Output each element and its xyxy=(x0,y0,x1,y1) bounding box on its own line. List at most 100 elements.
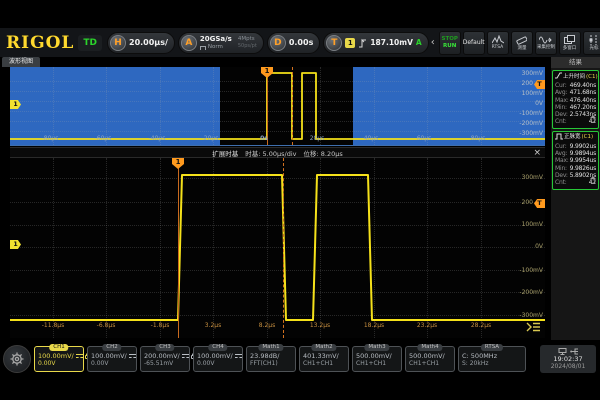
trigger-source-badge: 1 xyxy=(345,38,355,48)
square-wave-icon xyxy=(200,46,206,50)
delay-value: 0.00s xyxy=(289,38,314,47)
time-label: 40μs xyxy=(364,136,379,142)
voltage-label: 100mV xyxy=(522,222,543,228)
spectrum-icon xyxy=(492,35,504,44)
settings-button[interactable] xyxy=(3,345,31,373)
time-label: -1.8μs xyxy=(151,323,170,329)
channel-scale-value: 100.00mV/ xyxy=(197,352,233,360)
channel-scale-value: 500.00mV/ xyxy=(356,352,392,360)
trigger-position-line xyxy=(178,158,179,338)
measurement-stat-label: Dev: xyxy=(555,172,568,179)
dc-coupling-icon xyxy=(235,354,242,359)
channel-scale: 100.00mV/ xyxy=(38,352,80,360)
time-label: -80μs xyxy=(42,136,59,142)
time-label: 18.2μs xyxy=(364,323,384,329)
trigger-control[interactable]: T 1 187.10mV A xyxy=(323,32,428,54)
measurement-stat-label: Min: xyxy=(555,104,567,111)
channel-box-ch2[interactable]: CH2100.00mV/0.00V xyxy=(87,346,137,372)
channel-offset: CH1+CH1 xyxy=(303,360,345,368)
acquire-control-group[interactable]: A 20GSa/s Norm 4Mpts 50ps/pt xyxy=(178,32,264,54)
date-display: 2024/08/01 xyxy=(551,363,586,371)
memory-depth: 4Mpts xyxy=(238,36,257,43)
voltage-label: 300mV xyxy=(522,71,543,77)
measurement-stat-label: Cur: xyxy=(555,82,567,89)
measurement-stat-value: 476.40ns xyxy=(570,97,596,104)
measure-button[interactable]: 测量 xyxy=(511,31,533,55)
acquire-mode: Norm xyxy=(208,43,223,51)
default-button[interactable]: Default xyxy=(463,31,485,55)
measurement-stat-label: Cnt: xyxy=(555,118,567,125)
oscilloscope-screen: RIGOL TD H 20.00μs/ A 20GSa/s Norm 4Mpts… xyxy=(0,0,600,400)
voltage-label: 100mV xyxy=(522,91,543,97)
voltage-label: 0V xyxy=(535,244,543,250)
measurement-stat-label: Max: xyxy=(555,157,569,164)
measurement-row: Cur:469.40ns xyxy=(555,82,596,89)
channel-scale: 500.00mV/ xyxy=(356,352,398,360)
multi-window-button[interactable]: 多窗口 xyxy=(559,31,581,55)
delay-control[interactable]: D 0.00s xyxy=(267,32,321,54)
cursor-button[interactable]: 光标 xyxy=(583,31,600,55)
time-label: -40μs xyxy=(149,136,166,142)
channel-scale: 401.33mV/ xyxy=(303,352,345,360)
time-label: 0s xyxy=(260,136,268,142)
channel-offset: 0.00V xyxy=(38,360,80,368)
acquire-control-button[interactable]: 采集控制 xyxy=(535,31,557,55)
voltage-label: -300mV xyxy=(519,131,543,137)
dc-coupling-icon xyxy=(76,354,83,359)
measurement-card[interactable]: 正脉宽(C1)Cur:9.9902usAvg:9.9894usMax:9.995… xyxy=(552,131,599,190)
acquire-key-icon[interactable]: A xyxy=(181,35,197,51)
channel-box-ch3[interactable]: CH3200.00mV/-65.51mV xyxy=(140,346,190,372)
timebase-label: 时基: xyxy=(245,150,260,158)
channel-scale-value: 100.00mV/ xyxy=(91,352,127,360)
channel-scale-value: 500.00mV/ xyxy=(409,352,445,360)
delay-key-icon[interactable]: D xyxy=(270,35,286,51)
window-menu-icon[interactable] xyxy=(526,322,541,332)
channel-status-bar: CH1100.00mV/0.00VCH2100.00mV/0.00VCH3200… xyxy=(0,342,600,376)
trigger-coupling-flag: A xyxy=(416,38,422,47)
channel-scale: 100.00mV/ xyxy=(197,352,239,360)
measurement-stat-value: 471.68ns xyxy=(570,89,596,96)
horizontal-key-icon[interactable]: H xyxy=(110,35,126,51)
channel-scale-value: 200.00mV/ xyxy=(144,352,180,360)
channel-box-ch4[interactable]: CH4100.00mV/0.00V xyxy=(193,346,243,372)
channel-box-math4[interactable]: Math4500.00mV/CH1+CH1 xyxy=(405,346,455,372)
multi-window-icon xyxy=(564,35,575,45)
time-label: 3.2μs xyxy=(205,323,222,329)
channel-scale-value: C: 500MHz xyxy=(462,352,497,360)
voltage-label: 0V xyxy=(535,101,543,107)
channel-offset: FFT(CH1) xyxy=(250,360,292,368)
voltage-label: -100mV xyxy=(519,268,543,274)
rise-time-icon xyxy=(555,72,562,82)
trigger-key-icon[interactable]: T xyxy=(326,35,342,51)
waveform-view-tab[interactable]: 波形视图 xyxy=(2,57,40,67)
channel-box-math1[interactable]: Math123.98dB/FFT(CH1) xyxy=(246,346,296,372)
ruler-icon xyxy=(516,35,527,45)
time-label: 80μs xyxy=(471,136,486,142)
channel-box-math3[interactable]: Math3500.00mV/CH1+CH1 xyxy=(352,346,402,372)
stop-run-button[interactable]: STOP RUN xyxy=(439,31,461,55)
main-timebase-window[interactable]: 1 1 T 300mV200100mV0V-100mV-200mV-300mV-… xyxy=(10,67,545,146)
ch1-trace-overview xyxy=(10,67,545,146)
channel-name-badge: CH3 xyxy=(155,344,174,351)
measurement-stat-label: Max: xyxy=(555,97,569,104)
stop-label: STOP xyxy=(441,36,457,42)
delete-icon[interactable] xyxy=(590,108,596,127)
time-label: -11.8μs xyxy=(42,323,64,329)
channel-box-math2[interactable]: Math2401.33mV/CH1+CH1 xyxy=(299,346,349,372)
channel-box-rtsa[interactable]: RTSAC: 500MHzS: 20kHz xyxy=(458,346,526,372)
measurement-stat-label: Dev: xyxy=(555,111,568,118)
voltage-label: 200 xyxy=(522,81,533,87)
time-label: -6.8μs xyxy=(97,323,116,329)
rtsa-button[interactable]: RTSA xyxy=(487,31,509,55)
channel-box-ch1[interactable]: CH1100.00mV/0.00V xyxy=(34,346,84,372)
measurement-row: Avg:9.9894us xyxy=(555,150,596,157)
toolbar-scroll-left[interactable]: ‹ xyxy=(431,37,435,48)
channel-scale: 23.98dB/ xyxy=(250,352,292,360)
zoom-window[interactable]: 1 1 T 300mV200100mV0V-100mV-200mV-300mV-… xyxy=(10,158,545,338)
trigger-level: 187.10mV xyxy=(370,38,413,47)
horizontal-control[interactable]: H 20.00μs/ xyxy=(107,32,175,54)
channel-name-badge: Math1 xyxy=(258,344,283,351)
delete-icon[interactable] xyxy=(590,169,596,188)
time-label: 23.2μs xyxy=(417,323,437,329)
measurement-card[interactable]: 上升时间(C1)Cur:469.40nsAvg:471.68nsMax:476.… xyxy=(552,70,599,129)
